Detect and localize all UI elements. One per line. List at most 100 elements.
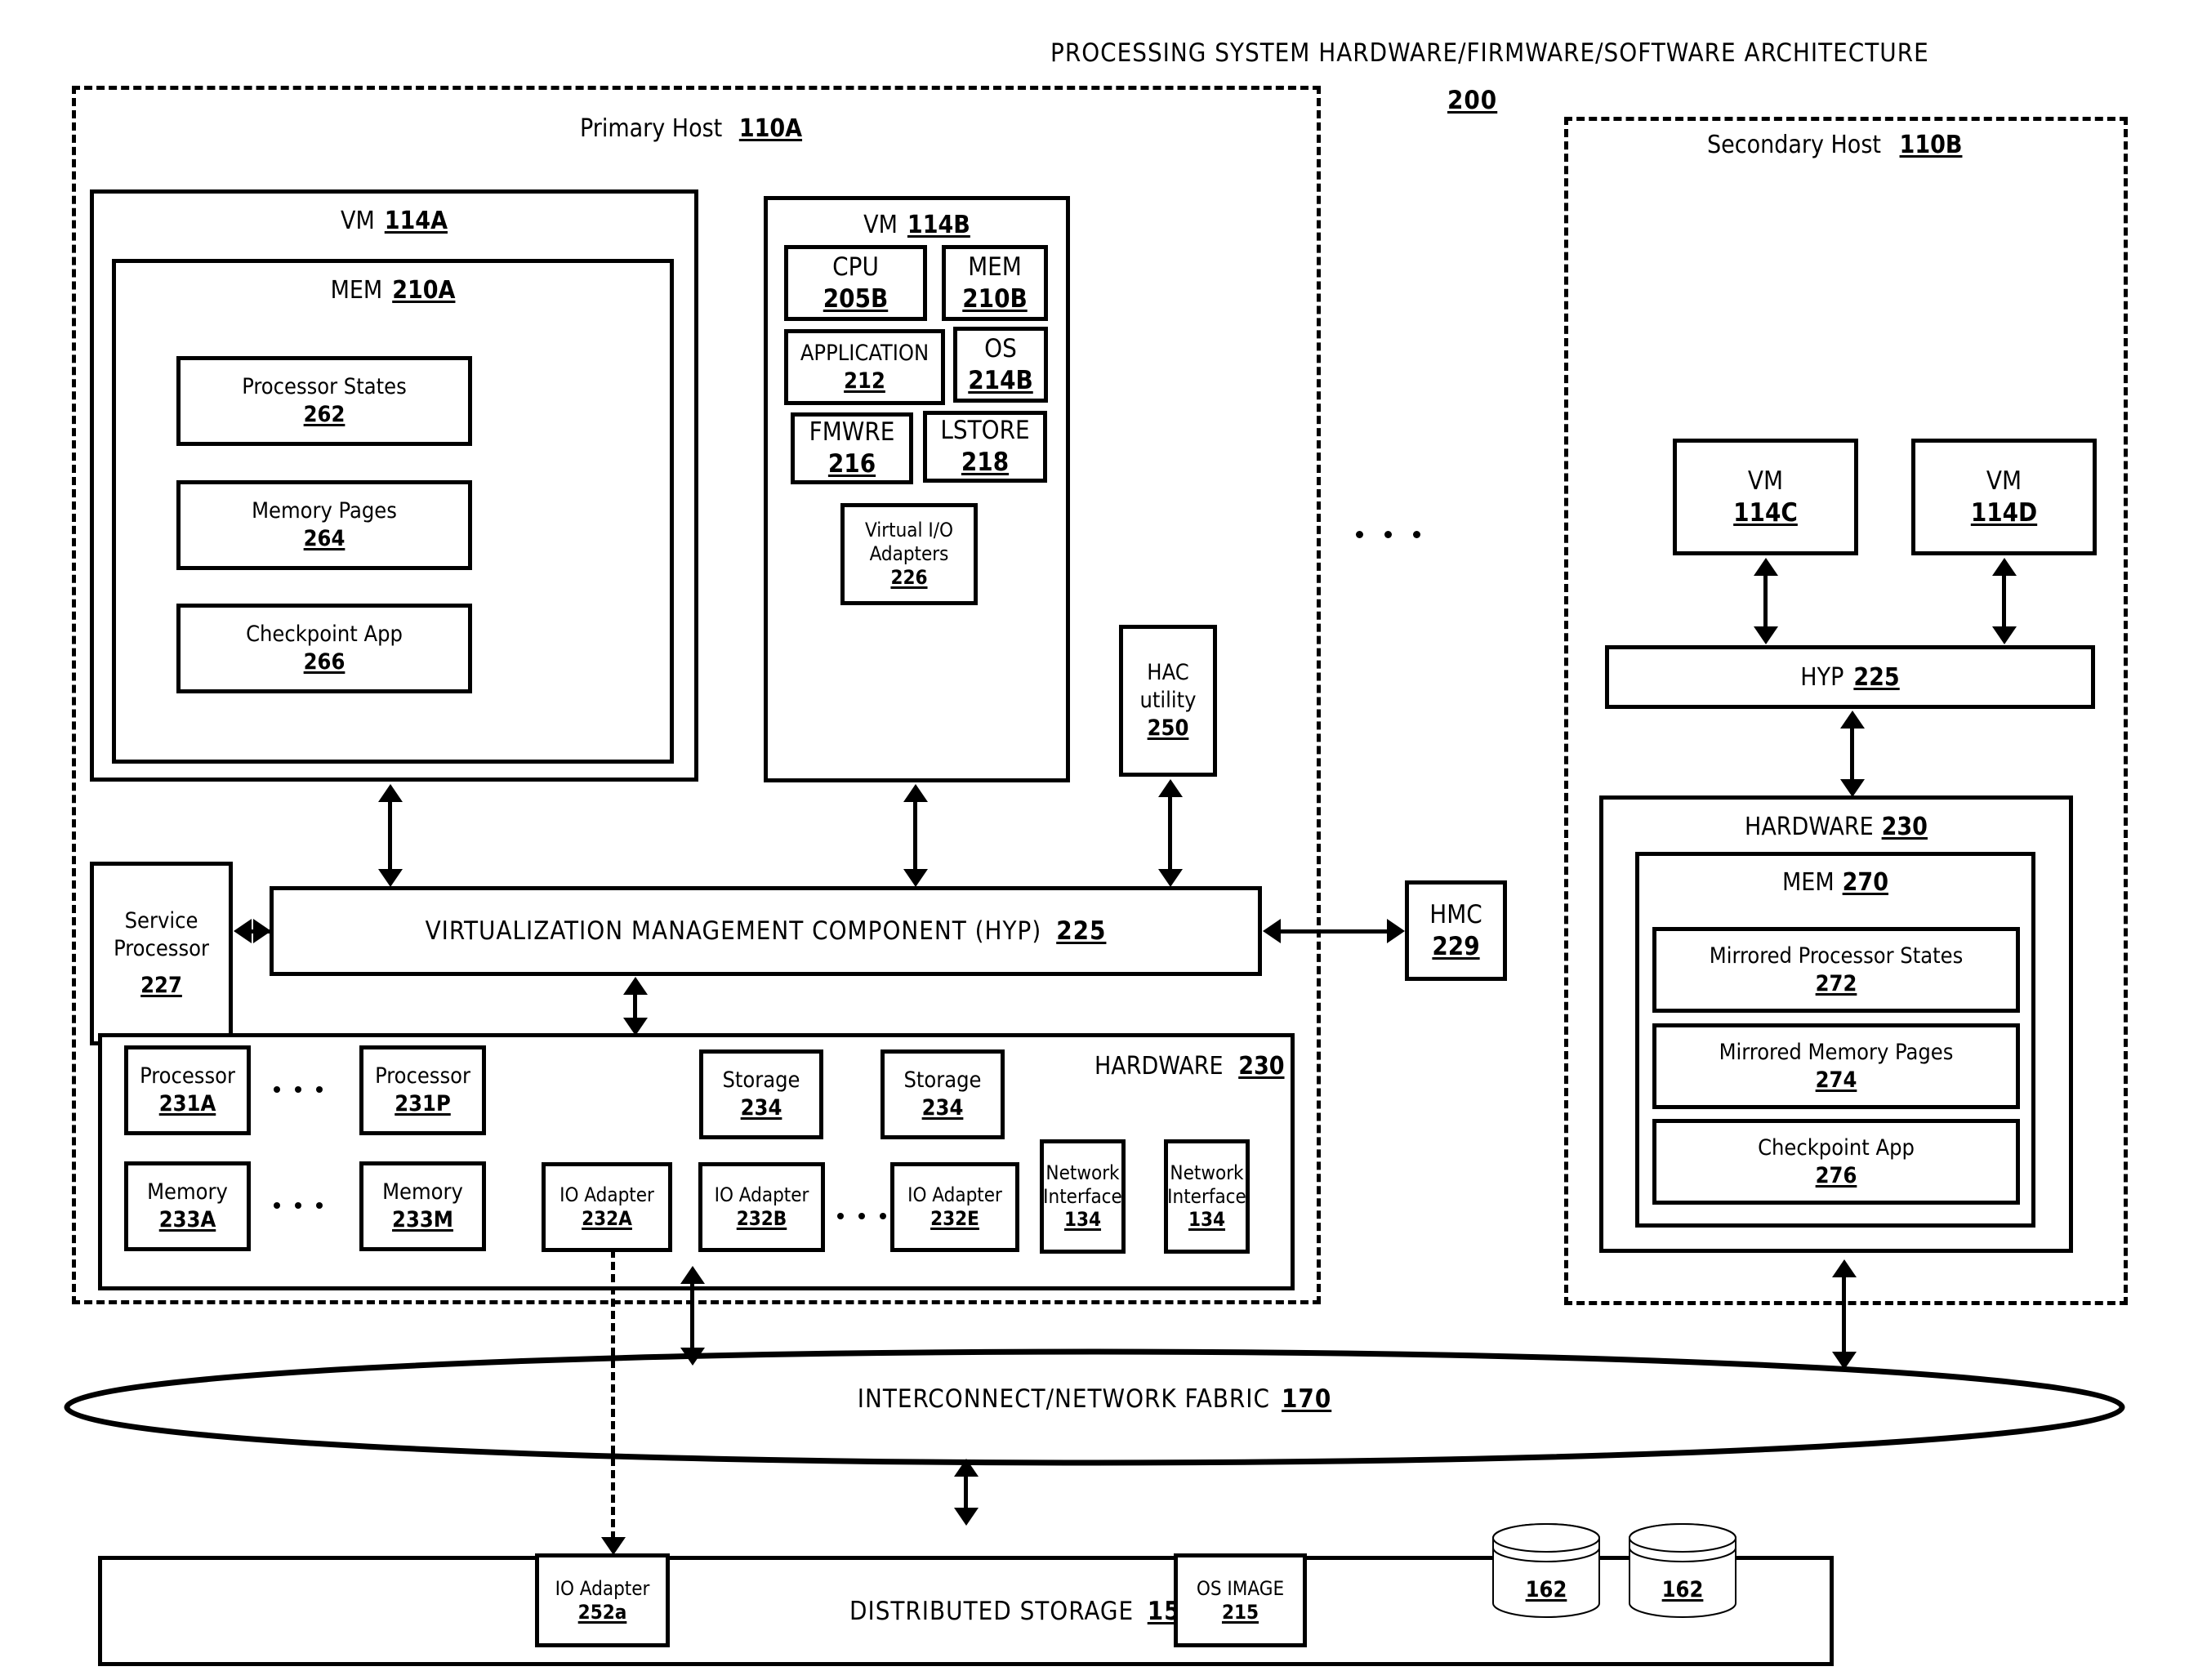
os-image-215-label: OS IMAGE: [1196, 1576, 1285, 1600]
primary-host-title: Primary Host 110A: [580, 114, 802, 143]
hyp-bar-ref: 225: [1056, 916, 1107, 946]
vm-114b-title: VM 114B: [764, 211, 1070, 239]
mem-210b-box[interactable]: MEM 210B: [942, 245, 1048, 321]
memory-233m-ref: 233M: [392, 1207, 453, 1232]
application-ref: 212: [844, 368, 885, 394]
primary-host-ref: 110A: [738, 114, 803, 143]
io-adapter-232e-box[interactable]: IO Adapter 232E: [890, 1162, 1019, 1252]
arrow-ioa-fabric-line: [690, 1281, 694, 1351]
checkpoint-app-box[interactable]: Checkpoint App 266: [176, 604, 472, 693]
arrow-hac-hyp-head-dn: [1158, 869, 1183, 887]
processor-231p-box[interactable]: Processor 231P: [359, 1045, 486, 1135]
arrow-vmd-hyp-line: [2002, 573, 2006, 630]
memory-233a-box[interactable]: Memory 233A: [124, 1161, 251, 1251]
processor-states-box[interactable]: Processor States 262: [176, 356, 472, 446]
network-interface-box-1[interactable]: Network Interface 134: [1040, 1139, 1126, 1254]
figure-ref-text: 200: [1447, 86, 1498, 115]
disk-1-ref: 162: [1525, 1577, 1567, 1602]
hmc-box[interactable]: HMC 229: [1405, 880, 1507, 981]
arrow-vma-hyp-head-dn: [378, 869, 403, 887]
checkpoint-app-276-box[interactable]: Checkpoint App 276: [1652, 1119, 2020, 1205]
mirrored-memory-pages-label: Mirrored Memory Pages: [1719, 1039, 1954, 1065]
arrow-hac-hyp-line: [1168, 794, 1172, 872]
service-processor-label: Service Processor: [114, 907, 209, 961]
vm-114d-label: VM: [1986, 466, 2022, 496]
os-image-215-box[interactable]: OS IMAGE 215: [1174, 1553, 1307, 1647]
service-processor-ref: 227: [140, 973, 182, 999]
network-interface-box-2[interactable]: Network Interface 134: [1164, 1139, 1250, 1254]
fmwre-216-box[interactable]: FMWRE 216: [791, 412, 913, 484]
disk-icon-2: [1629, 1523, 1736, 1618]
os-214b-box[interactable]: OS 214B: [953, 327, 1048, 403]
io-adapter-232b-box[interactable]: IO Adapter 232B: [698, 1162, 825, 1252]
vm-114c-label: VM: [1747, 466, 1784, 496]
mirrored-processor-states-box[interactable]: Mirrored Processor States 272: [1652, 927, 2020, 1013]
fmwre-label: FMWRE: [809, 417, 895, 448]
storage-234-box-2[interactable]: Storage 234: [881, 1049, 1005, 1139]
memory-233m-box[interactable]: Memory 233M: [359, 1161, 486, 1251]
vm-114a-label: VM: [341, 207, 375, 235]
vm-114a-ref: 114A: [384, 207, 448, 235]
hmc-label: HMC: [1429, 899, 1482, 929]
os-image-215-ref: 215: [1221, 1600, 1259, 1624]
storage-234-box-1[interactable]: Storage 234: [699, 1049, 823, 1139]
arrow-vmc-hyp-line: [1763, 573, 1768, 630]
dashed-link-arrowhead: [601, 1537, 626, 1555]
hosts-ellipsis: [1356, 531, 1420, 538]
processor-231a-ref: 231A: [158, 1091, 216, 1116]
checkpoint-app-276-label: Checkpoint App: [1758, 1134, 1915, 1161]
io-adapter-232a-box[interactable]: IO Adapter 232A: [542, 1162, 672, 1252]
secondary-host-ref: 110B: [1899, 131, 1963, 159]
io-adapter-252a-box[interactable]: IO Adapter 252a: [535, 1553, 670, 1647]
hyp-bar-primary[interactable]: VIRTUALIZATION MANAGEMENT COMPONENT (HYP…: [270, 886, 1262, 976]
arrow-ioa-fabric-head-dn: [680, 1348, 705, 1366]
arrow-vma-hyp-line: [388, 799, 392, 872]
primary-host-label: Primary Host: [580, 114, 723, 143]
io-adapter-232b-ref: 232B: [736, 1207, 787, 1230]
network-interface-ref-1: 134: [1063, 1208, 1102, 1232]
figure-ref: 200: [1447, 86, 1497, 115]
memory-pages-box[interactable]: Memory Pages 264: [176, 480, 472, 570]
mem-270-label: MEM: [1782, 868, 1835, 897]
io-adapter-232a-label: IO Adapter: [560, 1183, 654, 1207]
primary-hardware-ref: 230: [1238, 1052, 1285, 1081]
vm-114c-box[interactable]: VM 114C: [1673, 439, 1858, 555]
application-212-box[interactable]: APPLICATION 212: [784, 329, 945, 405]
network-interface-ref-2: 134: [1188, 1208, 1226, 1232]
os-label: OS: [984, 333, 1017, 363]
secondary-hardware-ref: 230: [1881, 813, 1928, 841]
checkpoint-app-276-ref: 276: [1815, 1162, 1857, 1188]
mirrored-memory-pages-box[interactable]: Mirrored Memory Pages 274: [1652, 1023, 2020, 1109]
hyp-bar-label: VIRTUALIZATION MANAGEMENT COMPONENT (HYP…: [425, 916, 1042, 946]
vm-114d-box[interactable]: VM 114D: [1911, 439, 2097, 555]
io-adapter-ellipsis: [837, 1213, 886, 1219]
network-interface-label-1: Network Interface: [1043, 1161, 1122, 1208]
cpu-label: CPU: [832, 252, 879, 282]
network-interface-label-2: Network Interface: [1167, 1161, 1246, 1208]
secondary-host-label: Secondary Host: [1707, 131, 1881, 159]
storage-234-label-1: Storage: [722, 1067, 800, 1094]
mem-270-title: MEM 270: [1635, 868, 2035, 897]
virtual-io-adapters-ref: 226: [890, 565, 928, 589]
lstore-218-box[interactable]: LSTORE 218: [923, 411, 1047, 483]
memory-ellipsis: [274, 1202, 323, 1209]
figure-title: PROCESSING SYSTEM HARDWARE/FIRMWARE/SOFT…: [1050, 38, 1929, 68]
mirrored-memory-pages-ref: 274: [1815, 1067, 1857, 1093]
mirrored-processor-states-ref: 272: [1815, 970, 1857, 996]
service-processor-box[interactable]: Service Processor 227: [90, 862, 233, 1045]
cpu-ref: 205B: [823, 283, 889, 314]
arrow-vmc-hyp-head-dn: [1754, 626, 1778, 644]
hyp-secondary-label: HYP: [1800, 662, 1844, 692]
storage-234-ref-1: 234: [740, 1095, 782, 1121]
cpu-205b-box[interactable]: CPU 205B: [784, 245, 927, 321]
hyp-bar-secondary[interactable]: HYP 225: [1605, 645, 2095, 709]
virtual-io-adapters-box[interactable]: Virtual I/O Adapters 226: [840, 503, 978, 605]
hac-utility-box[interactable]: HAC utility 250: [1119, 625, 1217, 777]
mem-210b-label: MEM: [968, 252, 1022, 282]
mem-270-ref: 270: [1842, 868, 1888, 897]
storage-234-ref-2: 234: [921, 1095, 964, 1121]
vm-114a-title: VM 114A: [90, 207, 698, 235]
disk-2-ref-wrap: 162: [1625, 1576, 1740, 1604]
mirrored-processor-states-label: Mirrored Processor States: [1709, 942, 1964, 969]
processor-231a-box[interactable]: Processor 231A: [124, 1045, 251, 1135]
